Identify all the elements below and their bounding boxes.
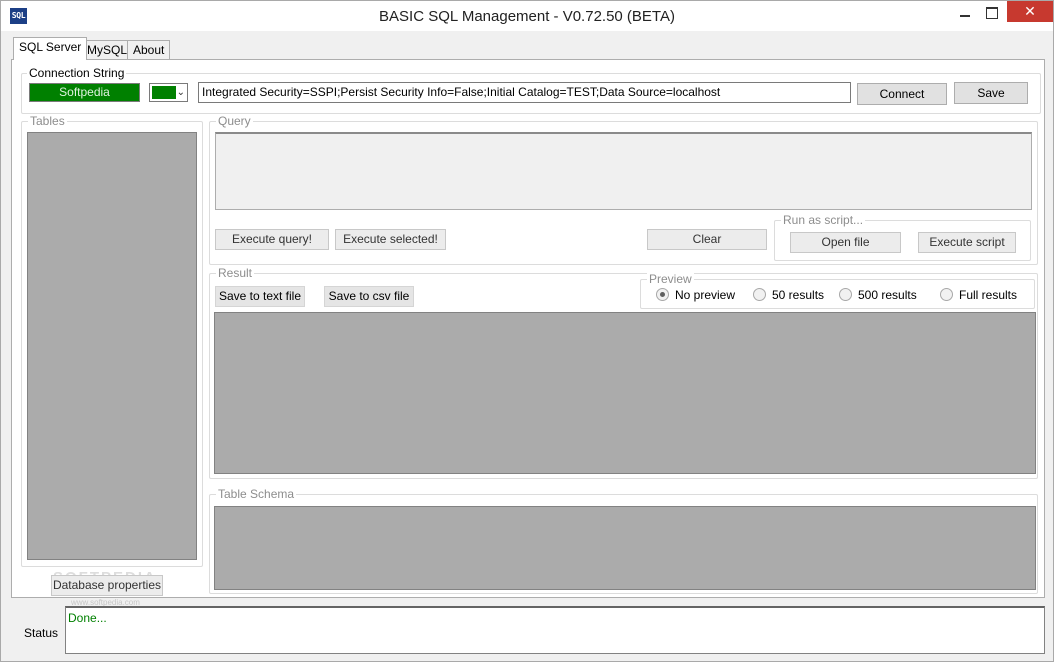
color-swatch <box>152 86 176 99</box>
execute-script-button[interactable]: Execute script <box>918 232 1016 253</box>
status-label: Status <box>24 626 59 640</box>
result-grid[interactable] <box>214 312 1036 474</box>
table-schema-label: Table Schema <box>216 487 297 501</box>
open-file-button[interactable]: Open file <box>790 232 901 253</box>
run-as-script-label: Run as script... <box>781 213 866 227</box>
clear-button[interactable]: Clear <box>647 229 767 250</box>
tab-sql-server[interactable]: SQL Server <box>13 37 88 60</box>
500-results-radio[interactable] <box>839 288 852 301</box>
no-preview-label: No preview <box>675 288 736 302</box>
window-title: BASIC SQL Management - V0.72.50 (BETA) <box>379 8 675 25</box>
chevron-down-icon: ⌄ <box>176 87 185 98</box>
sql-server-panel: Connection String Softpedia ⌄ Integrated… <box>11 59 1045 598</box>
execute-query-button[interactable]: Execute query! <box>215 229 329 250</box>
connection-string-input[interactable]: Integrated Security=SSPI;Persist Securit… <box>198 82 851 103</box>
save-connection-button[interactable]: Save <box>954 82 1028 104</box>
tab-mysql[interactable]: MySQL <box>81 40 134 59</box>
title-bar[interactable]: SQL BASIC SQL Management - V0.72.50 (BET… <box>1 1 1053 31</box>
query-editor[interactable] <box>215 132 1032 210</box>
app-window: SQL BASIC SQL Management - V0.72.50 (BET… <box>0 0 1054 662</box>
maximize-button[interactable] <box>976 1 1006 23</box>
result-group-label: Result <box>216 266 255 280</box>
50-results-radio[interactable] <box>753 288 766 301</box>
500-results-label: 500 results <box>858 288 917 302</box>
save-to-csv-button[interactable]: Save to csv file <box>324 286 414 307</box>
tab-about[interactable]: About <box>127 40 171 59</box>
close-button[interactable]: ✕ <box>1007 1 1053 22</box>
color-picker-dropdown[interactable]: ⌄ <box>149 83 188 102</box>
tables-tree[interactable] <box>27 132 197 560</box>
full-results-radio[interactable] <box>940 288 953 301</box>
execute-selected-button[interactable]: Execute selected! <box>335 229 446 250</box>
connect-button[interactable]: Connect <box>857 83 947 105</box>
connection-group-label: Connection String <box>27 66 127 80</box>
schema-grid[interactable] <box>214 506 1036 590</box>
status-area: Status Done... <box>11 606 1045 654</box>
50-results-label: 50 results <box>772 288 825 302</box>
save-to-text-button[interactable]: Save to text file <box>215 286 305 307</box>
tables-group-label: Tables <box>28 114 67 128</box>
no-preview-radio[interactable] <box>656 288 669 301</box>
database-properties-button[interactable]: Database properties <box>51 575 163 596</box>
preview-group-label: Preview <box>647 272 694 286</box>
full-results-label: Full results <box>959 288 1018 302</box>
connection-name-field[interactable]: Softpedia <box>29 83 140 102</box>
query-group-label: Query <box>216 114 253 128</box>
app-icon: SQL <box>10 8 27 24</box>
status-output: Done... <box>65 606 1045 654</box>
